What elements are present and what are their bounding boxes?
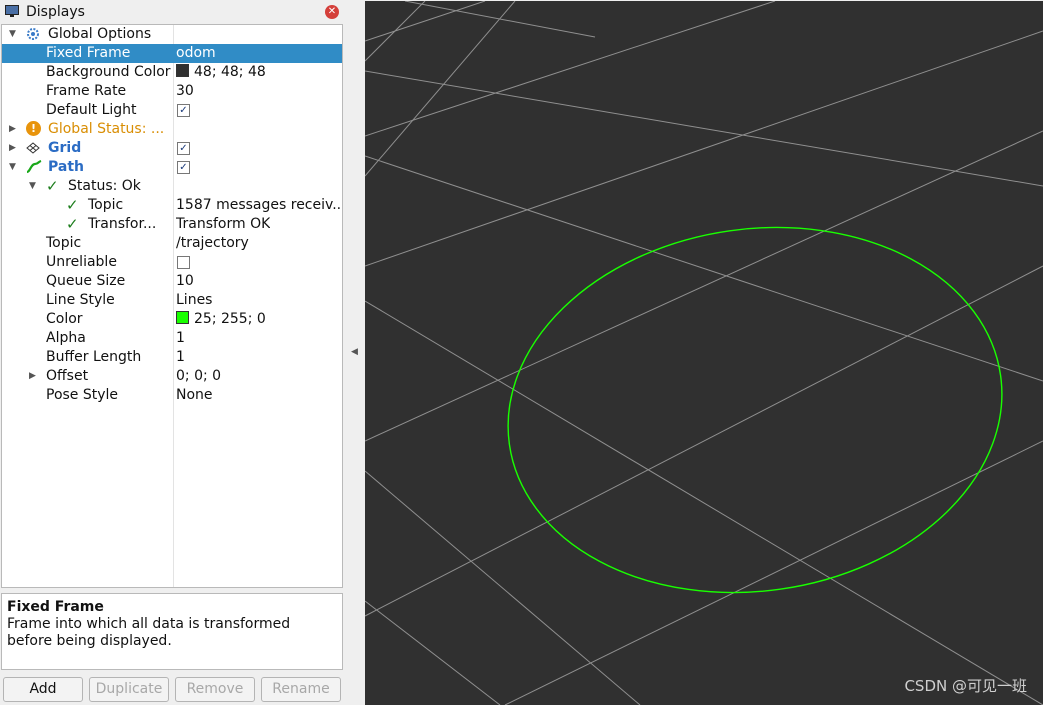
offset-value[interactable]: 0; 0; 0 xyxy=(176,368,221,384)
tree-row-pose-style[interactable]: Pose Style None xyxy=(2,386,342,405)
tree-row-fixed-frame[interactable]: Fixed Frame odom xyxy=(2,44,342,63)
buffer-length-value[interactable]: 1 xyxy=(176,349,185,365)
color-swatch xyxy=(176,311,189,324)
tree-label: Status: Ok xyxy=(68,178,141,194)
tree-row-status-transform[interactable]: ✓ Transfor... Transform OK xyxy=(2,215,342,234)
tree-row-buffer-length[interactable]: Buffer Length 1 xyxy=(2,348,342,367)
color-text: 25; 255; 0 xyxy=(194,311,266,327)
add-button[interactable]: Add xyxy=(3,677,83,702)
expand-arrow-icon[interactable]: ▶ xyxy=(9,143,19,153)
monitor-icon xyxy=(5,5,19,17)
tree-label: Background Color xyxy=(46,64,171,80)
expand-arrow-icon[interactable]: ▼ xyxy=(9,162,19,172)
property-description: Fixed Frame Frame into which all data is… xyxy=(1,593,343,670)
grid-display xyxy=(365,1,1043,705)
tree-label: Path xyxy=(48,159,84,175)
panel-splitter[interactable]: ◀ xyxy=(344,0,365,705)
topic-value[interactable]: /trajectory xyxy=(176,235,249,251)
tree-row-background-color[interactable]: Background Color 48; 48; 48 xyxy=(2,63,342,82)
description-title: Fixed Frame xyxy=(7,599,104,615)
expand-arrow-icon[interactable]: ▼ xyxy=(29,181,39,191)
expand-arrow-icon[interactable]: ▶ xyxy=(9,124,19,134)
tree-label: Global Options xyxy=(48,26,152,42)
checkmark-icon: ✓ xyxy=(46,177,59,195)
tree-label: Offset xyxy=(46,368,89,384)
tree-label: Default Light xyxy=(46,102,137,118)
tree-row-alpha[interactable]: Alpha 1 xyxy=(2,329,342,348)
displays-panel: Displays ✕ ▼ Global Options Fixed Frame … xyxy=(0,0,344,705)
queue-size-value[interactable]: 10 xyxy=(176,273,194,289)
tree-label: Queue Size xyxy=(46,273,126,289)
tree-row-grid[interactable]: ▶ Grid ✓ xyxy=(2,139,342,158)
tree-label: Unreliable xyxy=(46,254,117,270)
render-viewport[interactable]: CSDN @可见一班 xyxy=(365,1,1043,705)
tree-label: Fixed Frame xyxy=(46,45,131,61)
tree-row-offset[interactable]: ▶ Offset 0; 0; 0 xyxy=(2,367,342,386)
default-light-checkbox[interactable]: ✓ xyxy=(177,104,190,117)
path-icon xyxy=(26,160,42,174)
frame-rate-value[interactable]: 30 xyxy=(176,83,194,99)
tree-label: Buffer Length xyxy=(46,349,142,365)
background-color-text: 48; 48; 48 xyxy=(194,64,266,80)
grid-checkbox[interactable]: ✓ xyxy=(177,142,190,155)
rename-button[interactable]: Rename xyxy=(261,677,341,702)
status-topic-value: 1587 messages receiv... xyxy=(176,197,340,213)
tree-row-queue-size[interactable]: Queue Size 10 xyxy=(2,272,342,291)
duplicate-button[interactable]: Duplicate xyxy=(89,677,169,702)
unreliable-checkbox[interactable] xyxy=(177,256,190,269)
background-color-value[interactable]: 48; 48; 48 xyxy=(176,64,266,80)
close-icon[interactable]: ✕ xyxy=(325,5,339,19)
expand-arrow-icon[interactable]: ▶ xyxy=(29,371,39,381)
grid-icon xyxy=(26,142,40,154)
tree-row-status-topic[interactable]: ✓ Topic 1587 messages receiv... xyxy=(2,196,342,215)
tree-row-unreliable[interactable]: Unreliable xyxy=(2,253,342,272)
tree-label: Transfor... xyxy=(88,216,157,232)
tree-row-line-style[interactable]: Line Style Lines xyxy=(2,291,342,310)
grid-lines xyxy=(365,1,1043,705)
alpha-value[interactable]: 1 xyxy=(176,330,185,346)
tree-row-path[interactable]: ▼ Path ✓ xyxy=(2,158,342,177)
tree-label: Topic xyxy=(46,235,82,251)
checkmark-icon: ✓ xyxy=(66,196,79,214)
expand-arrow-icon[interactable]: ▼ xyxy=(9,29,19,39)
color-swatch xyxy=(176,64,189,77)
tree-label: Frame Rate xyxy=(46,83,127,99)
panel-title: Displays xyxy=(26,4,85,20)
line-style-value[interactable]: Lines xyxy=(176,292,212,308)
tree-row-global-status[interactable]: ▶ ! Global Status: ... xyxy=(2,120,342,139)
tree-row-default-light[interactable]: Default Light ✓ xyxy=(2,101,342,120)
tree-label: Line Style xyxy=(46,292,115,308)
watermark: CSDN @可见一班 xyxy=(904,677,1027,695)
tree-label: Alpha xyxy=(46,330,86,346)
collapse-arrow-icon[interactable]: ◀ xyxy=(351,347,358,357)
tree-label: Color xyxy=(46,311,83,327)
color-value[interactable]: 25; 255; 0 xyxy=(176,311,266,327)
path-trajectory xyxy=(507,226,1003,594)
path-checkbox[interactable]: ✓ xyxy=(177,161,190,174)
tree-row-frame-rate[interactable]: Frame Rate 30 xyxy=(2,82,342,101)
status-transform-value: Transform OK xyxy=(176,216,271,232)
tree-label: Topic xyxy=(88,197,124,213)
fixed-frame-value[interactable]: odom xyxy=(176,45,216,61)
tree-row-global-options[interactable]: ▼ Global Options xyxy=(2,25,342,44)
gear-icon xyxy=(27,28,39,40)
tree-label: Grid xyxy=(48,140,82,156)
tree-row-topic[interactable]: Topic /trajectory xyxy=(2,234,342,253)
tree-label: Global Status: ... xyxy=(48,121,165,137)
checkmark-icon: ✓ xyxy=(66,215,79,233)
tree-row-color[interactable]: Color 25; 255; 0 xyxy=(2,310,342,329)
description-text: Frame into which all data is transformed… xyxy=(7,616,291,649)
warning-icon: ! xyxy=(26,121,41,136)
tree-row-status-ok[interactable]: ▼ ✓ Status: Ok xyxy=(2,177,342,196)
display-tree: ▼ Global Options Fixed Frame odom Backgr… xyxy=(1,24,343,588)
remove-button[interactable]: Remove xyxy=(175,677,255,702)
pose-style-value[interactable]: None xyxy=(176,387,213,403)
tree-label: Pose Style xyxy=(46,387,119,403)
panel-header: Displays ✕ xyxy=(0,0,344,24)
